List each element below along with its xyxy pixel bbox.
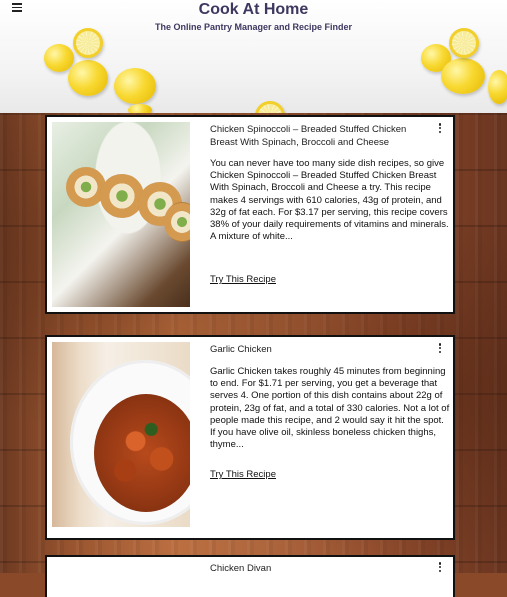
more-options-icon[interactable] [437,343,443,355]
try-recipe-link[interactable]: Try This Recipe [210,274,276,285]
recipe-description: Garlic Chicken takes roughly 45 minutes … [210,366,450,451]
lemon-decoration [441,58,485,94]
recipe-card: Chicken Divan [45,555,455,597]
garlic-chicken-bowl-image [52,342,190,527]
lemon-decoration [44,44,74,72]
recipe-description: You can never have too many side dish re… [210,158,449,243]
lemon-decoration [488,70,507,104]
site-title: Cook At Home [198,1,309,18]
more-options-icon[interactable] [437,123,443,135]
lemon-decoration [128,104,152,113]
header-banner: Cook At Home The Online Pantry Manager a… [0,0,507,113]
lemon-decoration [114,68,156,104]
more-options-icon[interactable] [437,562,443,574]
lemon-slice-decoration [255,101,285,113]
site-subtitle: The Online Pantry Manager and Recipe Fin… [154,22,353,32]
lemon-decoration [68,60,108,96]
try-recipe-link[interactable]: Try This Recipe [210,469,276,480]
recipe-title: Chicken Spinoccoli – Breaded Stuffed Chi… [210,124,407,148]
recipe-card: Garlic Chicken Garlic Chicken takes roug… [45,335,455,540]
recipe-title: Garlic Chicken [210,344,272,355]
stuffed-chicken-rolls-image [52,122,190,307]
lemon-slice-decoration [449,28,479,58]
recipe-title: Chicken Divan [210,563,272,574]
lemon-slice-decoration [73,28,103,58]
recipe-card: Chicken Spinoccoli – Breaded Stuffed Chi… [45,115,455,314]
